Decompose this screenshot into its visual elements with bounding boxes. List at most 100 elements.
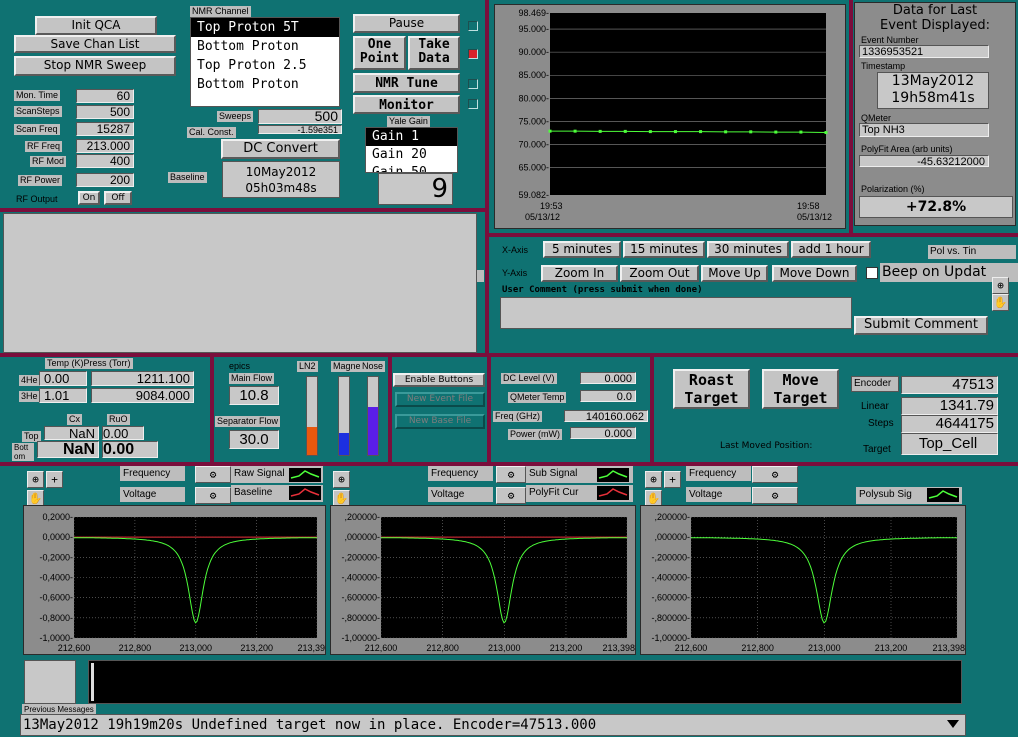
nmr-tune-button[interactable]: NMR Tune bbox=[353, 73, 460, 93]
init-qca-button[interactable]: Init QCA bbox=[35, 16, 157, 35]
nmr-channel-item[interactable]: Bottom Proton bbox=[191, 37, 339, 56]
cal-const-field[interactable]: -1.59e351 bbox=[258, 125, 342, 134]
last-event-title: Data for Last Event Displayed: bbox=[855, 3, 1015, 33]
y-tick-label: 75.000- bbox=[518, 116, 549, 126]
x-tick-label: 213,000 bbox=[180, 643, 213, 653]
y-tick-label: -,800000- bbox=[341, 613, 380, 623]
divider bbox=[485, 0, 489, 355]
zoom-tool-icon[interactable]: ⊕ bbox=[27, 471, 44, 488]
target-label: Target bbox=[863, 444, 891, 455]
dc-convert-button[interactable]: DC Convert bbox=[221, 139, 340, 159]
rf-freq-field[interactable]: 213.000 bbox=[76, 139, 134, 153]
ruo-label: RuO bbox=[107, 414, 130, 425]
rf-off-button[interactable]: Off bbox=[104, 191, 132, 205]
yale-gain-list[interactable]: Gain 1 Gain 20 Gain 50 bbox=[365, 127, 458, 173]
roast-target-button[interactable]: Roast Target bbox=[673, 369, 750, 409]
zoom-tool-icon[interactable]: ⊕ bbox=[333, 471, 350, 488]
one-point-button[interactable]: One Point bbox=[353, 36, 406, 70]
take-data-button[interactable]: Take Data bbox=[408, 36, 460, 70]
last-event-title-1: Data for Last bbox=[892, 3, 978, 18]
pan-hand-icon[interactable]: ✋ bbox=[992, 294, 1009, 311]
polarization-chart-svg: 98.469- 95.000- 90.000- 85.000- 80.000- 75.00… bbox=[518, 8, 832, 222]
legend-swatch bbox=[927, 488, 959, 502]
x-right-date: 05/13/12 bbox=[797, 212, 832, 222]
y-tick-label: -,200000- bbox=[341, 552, 380, 562]
stop-nmr-sweep-button[interactable]: Stop NMR Sweep bbox=[14, 56, 176, 76]
scan-steps-field[interactable]: 500 bbox=[76, 105, 134, 119]
previous-messages-button[interactable] bbox=[24, 660, 76, 704]
nmr-channel-list[interactable]: Top Proton 5T Bottom Proton Top Proton 2… bbox=[190, 17, 340, 107]
cursor-tool-icon[interactable]: + bbox=[664, 471, 681, 488]
sweeps-field[interactable]: 500 bbox=[258, 109, 342, 124]
save-chan-list-button[interactable]: Save Chan List bbox=[14, 35, 176, 53]
message-area[interactable] bbox=[3, 213, 477, 353]
x-5-minutes-button[interactable]: 5 minutes bbox=[543, 241, 621, 258]
yale-gain-item[interactable]: Gain 50 bbox=[366, 164, 457, 172]
freq-label: Freq (GHz) bbox=[493, 411, 542, 422]
move-up-button[interactable]: Move Up bbox=[701, 265, 768, 282]
x-30-minutes-button[interactable]: 30 minutes bbox=[707, 241, 789, 258]
x-15-minutes-button[interactable]: 15 minutes bbox=[623, 241, 705, 258]
3he-press: 9084.000 bbox=[91, 388, 194, 403]
freq-field: 140160.062 bbox=[564, 410, 648, 422]
nmr-channel-item[interactable]: Bottom Proton bbox=[191, 75, 339, 94]
x-tick-label: 212,800 bbox=[426, 643, 459, 653]
x-left-date: 05/13/12 bbox=[525, 212, 560, 222]
zoom-out-button[interactable]: Zoom Out bbox=[620, 265, 699, 282]
mon-time-field[interactable]: 60 bbox=[76, 89, 134, 103]
scan-freq-field[interactable]: 15287 bbox=[76, 122, 134, 136]
bottom-label: Bott om bbox=[12, 443, 34, 461]
submit-comment-button[interactable]: Submit Comment bbox=[854, 316, 988, 335]
comment-input[interactable] bbox=[500, 297, 852, 329]
x-tick-label: 213,398 bbox=[602, 643, 635, 653]
axis-scale-icon[interactable]: ⚙ bbox=[752, 466, 798, 483]
zoom-in-button[interactable]: Zoom In bbox=[541, 265, 618, 282]
monitor-button[interactable]: Monitor bbox=[353, 95, 460, 114]
enable-buttons-button[interactable]: Enable Buttons bbox=[393, 373, 485, 387]
move-down-button[interactable]: Move Down bbox=[772, 265, 857, 282]
messages-log[interactable] bbox=[88, 660, 962, 704]
chevron-down-icon[interactable] bbox=[947, 720, 959, 728]
y-tick-label: 70.000- bbox=[518, 140, 549, 150]
cursor-tool-icon[interactable]: + bbox=[46, 471, 63, 488]
level-bar-fill bbox=[339, 433, 349, 455]
axis-scale-icon[interactable]: ⚙ bbox=[496, 487, 526, 504]
baseline-label: Baseline bbox=[168, 172, 207, 183]
top-ruo: 0.00 bbox=[102, 426, 144, 440]
polyfit-legend-label: PolyFit Cur bbox=[529, 487, 579, 498]
nmr-channel-item[interactable]: Top Proton 2.5 bbox=[191, 56, 339, 75]
new-base-file-button[interactable]: New Base File bbox=[395, 414, 485, 429]
rf-power-field[interactable]: 200 bbox=[76, 173, 134, 187]
zoom-tool-icon[interactable]: ⊕ bbox=[645, 471, 662, 488]
data-point bbox=[799, 130, 803, 134]
axis-scale-icon[interactable]: ⚙ bbox=[496, 466, 526, 483]
nmr-channel-item[interactable]: Top Proton 5T bbox=[191, 18, 339, 37]
beep-checkbox[interactable] bbox=[866, 267, 878, 279]
pause-button[interactable]: Pause bbox=[353, 14, 460, 33]
yale-gain-item[interactable]: Gain 20 bbox=[366, 146, 457, 164]
rf-mod-field[interactable]: 400 bbox=[76, 154, 134, 168]
x-tick-label: 212,600 bbox=[365, 643, 398, 653]
pol-vs-time-legend[interactable]: Pol vs. Tin bbox=[928, 245, 1016, 259]
axis-scale-icon[interactable]: ⚙ bbox=[195, 487, 231, 504]
level-bar-fill bbox=[307, 426, 317, 455]
move-target-button[interactable]: Move Target bbox=[762, 369, 839, 409]
x-add-1-hour-button[interactable]: add 1 hour bbox=[791, 241, 871, 258]
rf-on-button[interactable]: On bbox=[78, 191, 100, 205]
yale-gain-item[interactable]: Gain 1 bbox=[366, 128, 457, 146]
data-point bbox=[774, 130, 778, 134]
monitor-indicator bbox=[468, 99, 478, 109]
level-bar-track bbox=[338, 376, 350, 456]
zoom-tool-icon[interactable]: ⊕ bbox=[992, 277, 1009, 294]
scroll-handle[interactable] bbox=[477, 270, 484, 282]
axis-scale-icon[interactable]: ⚙ bbox=[195, 466, 231, 483]
new-event-file-button[interactable]: New Event File bbox=[395, 392, 485, 407]
rf-output-label: RF Output bbox=[16, 194, 58, 204]
linear-label: Linear bbox=[861, 401, 889, 412]
cal-const-label: Cal. Const. bbox=[187, 127, 236, 138]
y-axis-label: Y-Axis bbox=[502, 268, 528, 278]
axis-scale-icon[interactable]: ⚙ bbox=[752, 487, 798, 504]
4he-press: 1211.100 bbox=[91, 371, 194, 386]
take-data-indicator bbox=[468, 49, 478, 59]
cx-label: Cx bbox=[67, 414, 82, 425]
